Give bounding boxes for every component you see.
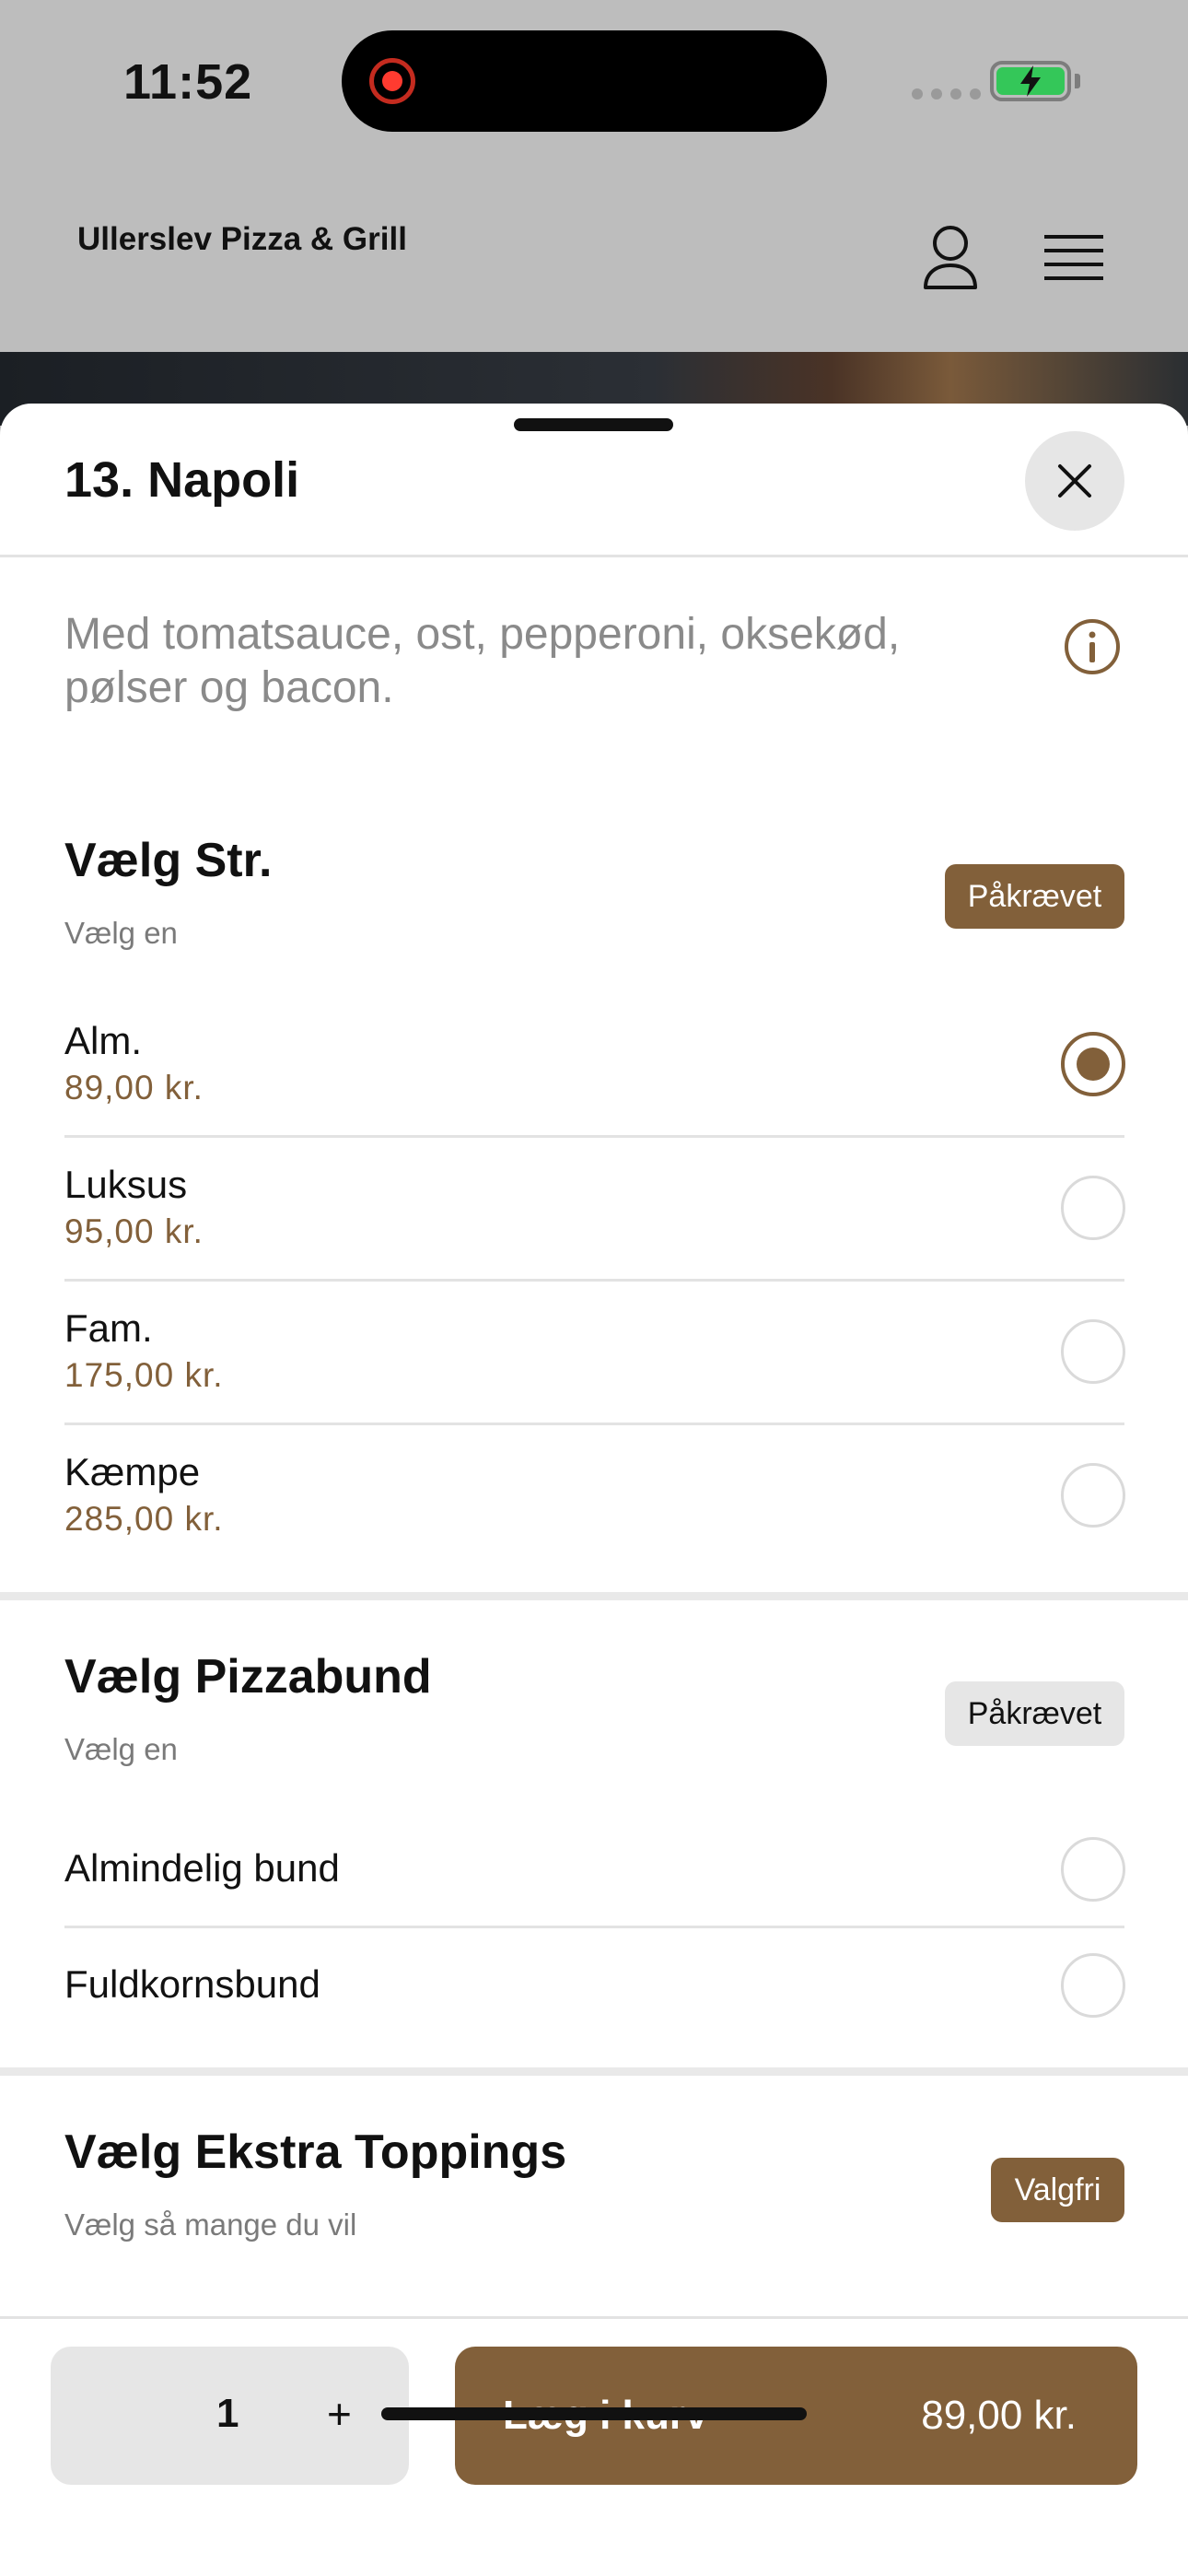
option-name: Fuldkornsbund (64, 1962, 320, 2006)
dynamic-island (342, 30, 827, 132)
size-group-subtitle: Vælg en (64, 916, 178, 950)
bottom-action-bar: 1 + Læg i kurv 89,00 kr. (0, 2316, 1188, 2576)
product-sheet: 13. Napoli Med tomatsauce, ost, pepperon… (0, 404, 1188, 2576)
close-button[interactable] (1025, 431, 1124, 531)
home-indicator[interactable] (381, 2407, 807, 2420)
user-icon[interactable] (921, 225, 980, 291)
option-name: Fam. (64, 1306, 153, 1350)
row-divider (64, 1135, 1124, 1138)
option-price: 285,00 kr. (64, 1500, 224, 1538)
battery-icon (990, 61, 1071, 101)
sheet-grabber[interactable] (514, 418, 673, 431)
menu-icon[interactable] (1044, 234, 1103, 282)
product-title: 13. Napoli (64, 452, 300, 508)
radio-size-fam[interactable] (1061, 1319, 1125, 1384)
battery-nub (1075, 74, 1080, 88)
option-price: 89,00 kr. (64, 1069, 204, 1107)
required-badge: Påkrævet (945, 1681, 1124, 1746)
record-icon (369, 58, 415, 104)
status-time: 11:52 (123, 54, 253, 110)
required-badge: Påkrævet (945, 864, 1124, 929)
divider (0, 555, 1188, 557)
row-divider (64, 1279, 1124, 1282)
section-divider (0, 1592, 1188, 1600)
option-price: 95,00 kr. (64, 1212, 204, 1250)
info-icon[interactable] (1063, 617, 1122, 676)
row-divider (64, 1423, 1124, 1425)
quantity-stepper[interactable]: 1 + (51, 2347, 409, 2485)
toppings-group-title: Vælg Ekstra Toppings (64, 2125, 567, 2179)
option-name: Kæmpe (64, 1450, 201, 1493)
option-name: Alm. (64, 1019, 142, 1062)
section-divider (0, 2067, 1188, 2076)
size-group-title: Vælg Str. (64, 834, 273, 887)
product-description: Med tomatsauce, ost, pepperoni, oksekød,… (64, 610, 901, 712)
optional-badge: Valgfri (991, 2158, 1124, 2222)
app-title: Ullerslev Pizza & Grill (77, 221, 407, 257)
quantity-value: 1 (216, 2391, 239, 2436)
radio-size-luksus[interactable] (1061, 1176, 1125, 1240)
radio-size-kaempe[interactable] (1061, 1463, 1125, 1528)
base-group-subtitle: Vælg en (64, 1732, 178, 1766)
radio-base-fuldkorn[interactable] (1061, 1953, 1125, 2018)
option-name: Luksus (64, 1163, 188, 1206)
quantity-plus-button[interactable]: + (327, 2389, 352, 2439)
radio-size-alm[interactable] (1061, 1032, 1125, 1096)
base-group-title: Vælg Pizzabund (64, 1650, 432, 1704)
option-price: 175,00 kr. (64, 1356, 224, 1394)
radio-base-almindelig[interactable] (1061, 1837, 1125, 1902)
screen: 11:52 Ullerslev Pizza & Grill 13. Napoli (0, 0, 1188, 2576)
toppings-group-subtitle: Vælg så mange du vil (64, 2207, 357, 2242)
add-to-cart-price: 89,00 kr. (921, 2393, 1077, 2438)
row-divider (64, 1926, 1124, 1928)
option-name: Almindelig bund (64, 1846, 340, 1890)
close-icon (1058, 464, 1091, 498)
signal-icon (912, 88, 981, 100)
